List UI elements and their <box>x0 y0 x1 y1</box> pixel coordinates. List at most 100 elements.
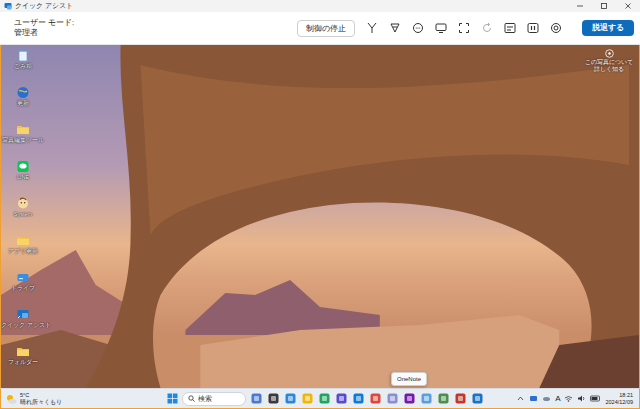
tray-app-icon <box>529 394 538 403</box>
clock-time: 18:21 <box>605 392 633 399</box>
volume-icon[interactable] <box>577 394 586 403</box>
windows-icon <box>167 393 178 404</box>
desktop-icons: ごみ箱更新写真編集ツール LINE System アプリ更新ドライブクイック アシスト… <box>1 45 45 381</box>
desktop-icon[interactable]: フォルダー <box>1 344 45 381</box>
remote-desktop[interactable]: ごみ箱更新写真編集ツール LINE System アプリ更新ドライブクイック アシスト… <box>0 45 640 388</box>
chrome-icon <box>370 393 381 404</box>
taskbar-app[interactable] <box>419 391 433 407</box>
maximize-button[interactable] <box>592 0 616 12</box>
edge-icon <box>353 393 364 404</box>
user-mode: ユーザー モード:管理者 <box>14 18 134 38</box>
annotate-icon <box>365 21 379 35</box>
desktop-icon-label: System <box>14 211 32 218</box>
taskbar-app[interactable] <box>283 391 297 407</box>
taskbar: 5°C晴れ所々くもり 検索 OneNote A 18:212024/12/09 <box>0 388 640 409</box>
desktop-icon[interactable]: ごみ箱 <box>1 48 45 85</box>
wifi-icon[interactable] <box>564 394 573 403</box>
face-icon <box>16 196 30 210</box>
taskbar-app[interactable] <box>317 391 331 407</box>
fullscreen-icon <box>457 21 471 35</box>
search-icon <box>188 395 195 402</box>
media-icon <box>455 393 466 404</box>
desktop-icon-label: フォルダー <box>8 359 38 366</box>
drive-icon <box>16 270 30 284</box>
spotlight-info[interactable]: この写真について詳しく知る <box>583 49 635 73</box>
taskbar-app[interactable] <box>470 391 484 407</box>
tool-button <box>478 19 496 37</box>
copilot-icon <box>285 393 296 404</box>
window-controls <box>568 0 640 12</box>
app-tooltip: OneNote <box>391 372 427 386</box>
clock[interactable]: 18:212024/12/09 <box>605 392 633 406</box>
maximize-icon <box>600 2 608 10</box>
folder-icon <box>16 122 30 136</box>
tool-button[interactable] <box>455 19 473 37</box>
folder-icon <box>16 233 30 247</box>
globe-icon <box>16 85 30 99</box>
taskbar-app[interactable] <box>368 391 382 407</box>
taskbar-app[interactable] <box>249 391 263 407</box>
window-title: クイック アシスト <box>15 3 73 10</box>
chat-icon <box>411 21 425 35</box>
weather-text: 5°C晴れ所々くもり <box>20 392 62 406</box>
tool-button[interactable] <box>363 19 381 37</box>
desktop-icon[interactable]: ドライブ <box>1 270 45 307</box>
monitor-icon <box>434 21 448 35</box>
desktop-icon-label: クイック アシスト <box>1 322 45 329</box>
desktop-icon[interactable]: LINE <box>1 159 45 196</box>
taskbar-app[interactable] <box>266 391 280 407</box>
stop-control-button[interactable]: 制御の停止 <box>297 20 355 37</box>
desktop-icon[interactable]: System <box>1 196 45 233</box>
trash-icon <box>16 48 30 62</box>
taskbar-app[interactable] <box>300 391 314 407</box>
desktop-icon[interactable]: 更新 <box>1 85 45 122</box>
tool-button[interactable] <box>547 19 565 37</box>
ime-indicator[interactable]: A <box>555 395 560 403</box>
desktop-icon-label: 写真編集ツール <box>2 137 44 144</box>
title-bar: クイック アシスト <box>0 0 640 12</box>
tool-button[interactable] <box>524 19 542 37</box>
assist-icon <box>16 307 30 321</box>
app-icon <box>336 393 347 404</box>
desktop-icon-label: アプリ更新 <box>8 248 38 255</box>
calc-icon <box>438 393 449 404</box>
taskbar-app[interactable]: OneNote <box>402 391 416 407</box>
tool-button[interactable] <box>386 19 404 37</box>
desktop-icon[interactable]: アプリ更新 <box>1 233 45 270</box>
search-label: 検索 <box>198 394 212 404</box>
quick-assist-icon <box>4 2 12 10</box>
desktop-icon-label: LINE <box>17 174 29 181</box>
close-button[interactable] <box>616 0 640 12</box>
toolbar: ユーザー モード:管理者 制御の停止 脱退する <box>0 12 640 45</box>
widgets-icon <box>251 393 262 404</box>
taskbar-app[interactable] <box>385 391 399 407</box>
restart-icon <box>480 21 494 35</box>
desktop-icon-label: 更新 <box>17 100 29 107</box>
desktop-icon[interactable]: 写真編集ツール <box>1 122 45 159</box>
taskbar-app[interactable] <box>334 391 348 407</box>
start-button[interactable] <box>165 391 179 407</box>
tool-button[interactable] <box>501 19 519 37</box>
minimize-button[interactable] <box>568 0 592 12</box>
snip-icon <box>387 393 398 404</box>
camera-icon <box>605 49 614 58</box>
battery-icon[interactable] <box>590 394 601 403</box>
tool-button[interactable] <box>432 19 450 37</box>
desktop-icon-label: ごみ箱 <box>14 63 32 70</box>
leave-button[interactable]: 脱退する <box>582 20 634 36</box>
taskbar-app[interactable] <box>351 391 365 407</box>
quick-assist-icon <box>472 393 483 404</box>
tool-group <box>363 19 565 37</box>
folder-icon <box>16 344 30 358</box>
taskbar-apps: 検索 OneNote <box>165 391 484 407</box>
onenote-icon <box>404 393 415 404</box>
taskbar-app[interactable] <box>453 391 467 407</box>
weather-widget[interactable]: 5°C晴れ所々くもり <box>5 392 165 406</box>
details-icon <box>549 21 563 35</box>
tool-button[interactable] <box>409 19 427 37</box>
taskbar-app[interactable] <box>436 391 450 407</box>
mode-label: ユーザー モード: <box>14 18 134 28</box>
laser-icon <box>388 21 402 35</box>
search-box[interactable]: 検索 <box>182 392 246 406</box>
desktop-icon[interactable]: クイック アシスト <box>1 307 45 344</box>
